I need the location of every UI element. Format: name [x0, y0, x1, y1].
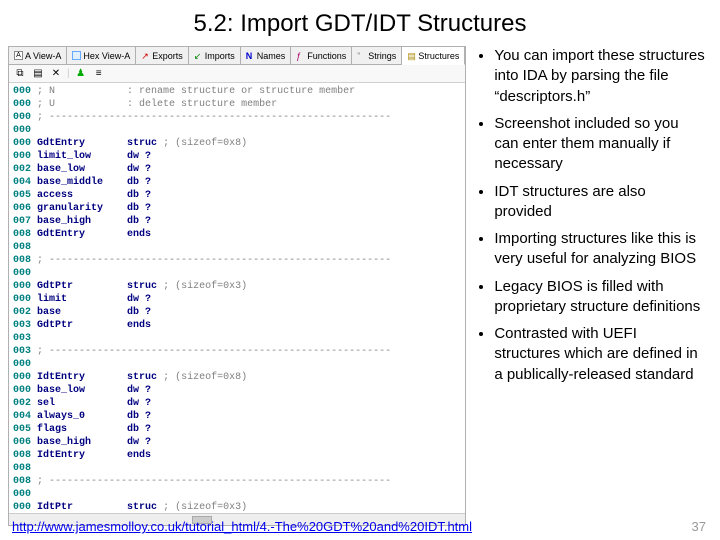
code-line: 008 GdtEntry ends: [13, 228, 461, 241]
code-line: 002 base db ?: [13, 306, 461, 319]
code-line: 000 base_low dw ?: [13, 384, 461, 397]
code-line: 000 limit_low dw ?: [13, 150, 461, 163]
tab-functions[interactable]: ƒ Functions: [291, 47, 352, 64]
code-line: 004 base_middle db ?: [13, 176, 461, 189]
tab-strings[interactable]: " Strings: [352, 47, 402, 64]
tab-names[interactable]: N Names: [241, 47, 292, 64]
ida-panel: A A View-A Hex View-A ↗ Exports ↙ Import…: [8, 46, 466, 526]
code-line: 008 ; ----------------------------------…: [13, 254, 461, 267]
footer-link[interactable]: http://www.jamesmolloy.co.uk/tutorial_ht…: [12, 519, 472, 534]
tab-label: Hex View-A: [83, 51, 130, 61]
code-line: 008: [13, 462, 461, 475]
content-row: A A View-A Hex View-A ↗ Exports ↙ Import…: [0, 46, 720, 526]
code-line: 005 access db ?: [13, 189, 461, 202]
hex-icon: [72, 51, 81, 60]
names-icon: N: [246, 51, 255, 60]
tab-label: A View-A: [25, 51, 61, 61]
bullet-item: IDT structures are also provided: [494, 182, 706, 223]
tab-hex-view[interactable]: Hex View-A: [67, 47, 136, 64]
code-line: 008 IdtEntry ends: [13, 449, 461, 462]
tab-imports[interactable]: ↙ Imports: [189, 47, 241, 64]
structures-icon: ▤: [407, 51, 416, 60]
code-line: 008 ; ----------------------------------…: [13, 475, 461, 488]
functions-icon: ƒ: [296, 51, 305, 60]
page-title: 5.2: Import GDT/IDT Structures: [0, 0, 720, 46]
code-line: 002 base_low dw ?: [13, 163, 461, 176]
code-line: 000: [13, 488, 461, 501]
close-icon[interactable]: ✕: [49, 67, 63, 81]
code-line: 000 IdtEntry struc ; (sizeof=0x8): [13, 371, 461, 384]
code-line: 000 IdtPtr struc ; (sizeof=0x3): [13, 501, 461, 513]
code-line: 006 base_high dw ?: [13, 436, 461, 449]
code-line: 000 GdtPtr struc ; (sizeof=0x3): [13, 280, 461, 293]
strings-icon: ": [357, 51, 366, 60]
tab-label: Exports: [152, 51, 183, 61]
tab-bar: A A View-A Hex View-A ↗ Exports ↙ Import…: [9, 47, 465, 65]
copy-icon[interactable]: ⧉: [13, 67, 27, 81]
code-line: 000 GdtEntry struc ; (sizeof=0x8): [13, 137, 461, 150]
code-line: 003 GdtPtr ends: [13, 319, 461, 332]
list-icon[interactable]: ▤: [31, 67, 45, 81]
bullet-item: Contrasted with UEFI structures which ar…: [494, 324, 706, 385]
tab-structures[interactable]: ▤ Structures: [402, 47, 465, 65]
toolbar-divider: |: [67, 68, 70, 79]
bars-icon[interactable]: ≡: [92, 67, 106, 81]
bullet-item: You can import these structures into IDA…: [494, 46, 706, 107]
code-line: 000: [13, 267, 461, 280]
code-line: 000: [13, 358, 461, 371]
tab-label: Names: [257, 51, 286, 61]
person-icon[interactable]: ♟: [74, 67, 88, 81]
tab-label: Strings: [368, 51, 396, 61]
bullet-item: Importing structures like this is very u…: [494, 229, 706, 270]
code-line: 002 sel dw ?: [13, 397, 461, 410]
code-line: 005 flags db ?: [13, 423, 461, 436]
code-line: 000 ; U : delete structure member: [13, 98, 461, 111]
page-number: 37: [692, 519, 706, 534]
toolbar: ⧉ ▤ ✕ | ♟ ≡: [9, 65, 465, 83]
tab-label: Functions: [307, 51, 346, 61]
code-line: 003: [13, 332, 461, 345]
code-line: 007 base_high db ?: [13, 215, 461, 228]
tab-label: Imports: [205, 51, 235, 61]
tab-label: Structures: [418, 51, 459, 61]
tab-exports[interactable]: ↗ Exports: [136, 47, 189, 64]
bullet-item: Screenshot included so you can enter the…: [494, 114, 706, 175]
code-line: 000 limit dw ?: [13, 293, 461, 306]
bullet-item: Legacy BIOS is filled with proprietary s…: [494, 277, 706, 318]
code-line: 000 ; N : rename structure or structure …: [13, 85, 461, 98]
code-line: 003 ; ----------------------------------…: [13, 345, 461, 358]
letter-a-icon: A: [14, 51, 23, 60]
code-line: 004 always_0 db ?: [13, 410, 461, 423]
code-line: 000 ; ----------------------------------…: [13, 111, 461, 124]
code-line: 000: [13, 124, 461, 137]
imports-icon: ↙: [194, 51, 203, 60]
exports-icon: ↗: [141, 51, 150, 60]
code-line: 006 granularity db ?: [13, 202, 461, 215]
code-listing: 000 ; N : rename structure or structure …: [9, 83, 465, 513]
code-line: 008: [13, 241, 461, 254]
bullet-list: You can import these structures into IDA…: [474, 46, 712, 526]
tab-view-a[interactable]: A A View-A: [9, 47, 67, 64]
